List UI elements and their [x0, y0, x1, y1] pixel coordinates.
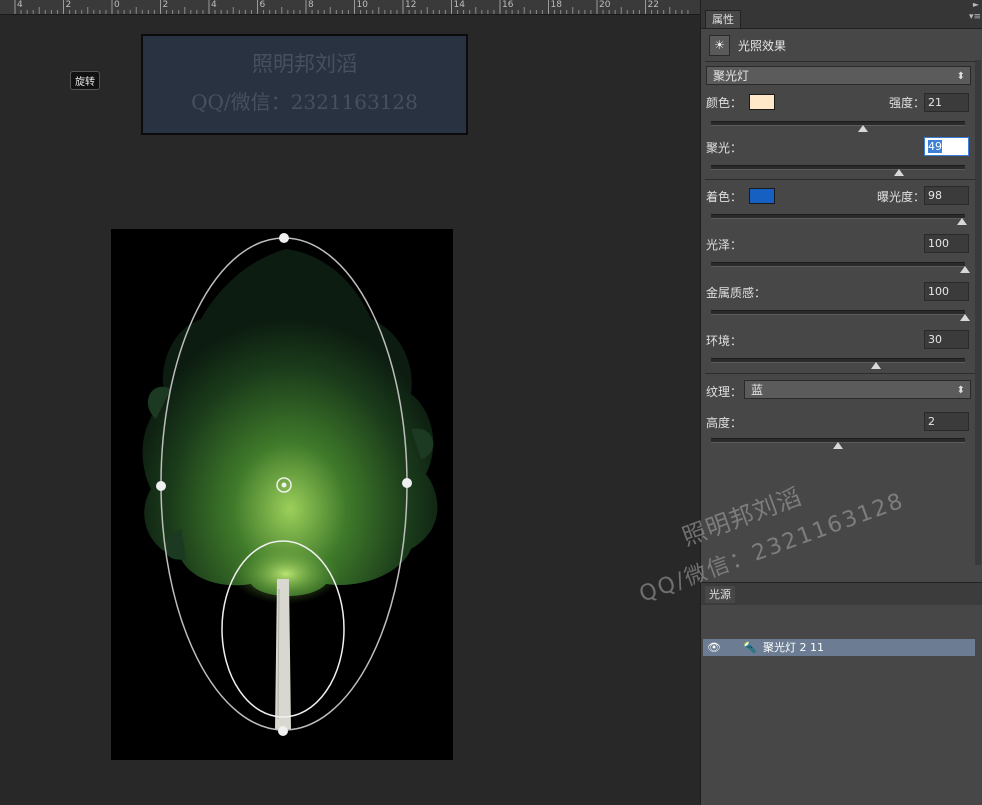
- bottom-handle[interactable]: [278, 726, 288, 736]
- gloss-thumb[interactable]: [960, 266, 970, 273]
- ruler-label: 10: [356, 0, 368, 10]
- ambience-thumb[interactable]: [871, 362, 882, 369]
- metallic-input[interactable]: 100: [924, 282, 969, 301]
- color-swatch[interactable]: [749, 94, 775, 110]
- ambience-input[interactable]: 30: [924, 330, 969, 349]
- gloss-label: 光泽：: [706, 238, 743, 252]
- gloss-slider[interactable]: [711, 262, 970, 273]
- lights-panel-header: 光源: [701, 582, 982, 605]
- panel-menu-icon[interactable]: ▾≡: [969, 12, 981, 22]
- hotspot-thumb[interactable]: [893, 169, 904, 176]
- intensity-input[interactable]: 21: [924, 93, 969, 112]
- watermark-line-1: 照明邦刘滔: [252, 52, 357, 76]
- ruler-label: 6: [259, 0, 266, 10]
- divider: [705, 61, 975, 62]
- properties-panel: 属性 ► ▾≡ ☀ 光照效果 聚光灯 ⬍ 颜色： 强度： 21 聚光： 49 着…: [700, 0, 982, 805]
- ruler-label: 18: [550, 0, 562, 10]
- right-handle[interactable]: [402, 478, 412, 488]
- light-type-select[interactable]: 聚光灯 ⬍: [706, 66, 971, 85]
- ambience-slider[interactable]: [711, 358, 965, 369]
- chevron-updown-icon: ⬍: [956, 385, 965, 396]
- ambience-label: 环境：: [706, 334, 743, 348]
- height-label: 高度：: [706, 416, 743, 430]
- colorize-label: 着色：: [706, 190, 743, 204]
- hotspot-input[interactable]: 49: [924, 137, 969, 156]
- hotspot-label: 聚光：: [706, 141, 743, 155]
- light-list-item[interactable]: 👁 🔦 聚光灯 2 11: [703, 639, 975, 656]
- top-handle[interactable]: [279, 233, 289, 243]
- ruler-label: 22: [647, 0, 659, 10]
- texture-label: 纹理：: [706, 385, 743, 399]
- foliage: [142, 249, 438, 597]
- light-effects-icon: ☀: [709, 34, 730, 56]
- height-input[interactable]: 2: [924, 412, 969, 431]
- collapse-icon[interactable]: ►: [973, 0, 979, 9]
- spotlight-icon: 🔦: [743, 641, 757, 654]
- tab-lights[interactable]: 光源: [705, 586, 735, 603]
- panel-header: 属性 ► ▾≡: [701, 0, 982, 29]
- exposure-slider[interactable]: [711, 214, 968, 225]
- ruler-label: 8: [308, 0, 314, 10]
- left-handle[interactable]: [156, 481, 166, 491]
- center-dot: [281, 482, 287, 488]
- ruler-label: 14: [453, 0, 465, 10]
- ruler-label: 12: [405, 0, 417, 10]
- horizontal-ruler[interactable]: 4 2 0 2 4 6 8 10 12 14 16 18 20 22: [0, 0, 700, 15]
- ruler-label: 2: [65, 0, 72, 10]
- metallic-slider[interactable]: [711, 310, 970, 321]
- ruler-label: 16: [502, 0, 514, 10]
- ruler-label: 2: [162, 0, 169, 10]
- panel-scrollbar[interactable]: [975, 60, 981, 565]
- divider: [705, 373, 975, 374]
- ruler-label: 20: [599, 0, 611, 10]
- watermark-box: 照明邦刘滔 QQ/微信：2321163128: [141, 34, 468, 135]
- divider: [705, 179, 975, 180]
- intensity-thumb[interactable]: [858, 125, 869, 132]
- height-slider[interactable]: [711, 438, 965, 449]
- texture-value: 蓝: [751, 383, 764, 397]
- intensity-label: 强度：: [889, 96, 926, 110]
- tree-image[interactable]: [111, 229, 453, 760]
- ruler-ticks: [14, 0, 689, 14]
- texture-select[interactable]: 蓝 ⬍: [744, 380, 971, 399]
- metallic-thumb[interactable]: [960, 314, 970, 321]
- trunk: [275, 579, 291, 729]
- filter-title-row: ☀ 光照效果: [709, 34, 786, 56]
- ruler-label: 4: [211, 0, 217, 10]
- color-label: 颜色：: [706, 96, 743, 110]
- height-thumb[interactable]: [833, 442, 843, 449]
- ruler-label: 4: [17, 0, 23, 10]
- hotspot-value: 49: [928, 140, 942, 153]
- ruler-label: 0: [114, 0, 120, 10]
- exposure-thumb[interactable]: [957, 218, 968, 225]
- rotate-tooltip: 旋转: [70, 71, 100, 90]
- tab-properties[interactable]: 属性: [705, 10, 741, 28]
- eye-icon[interactable]: 👁: [707, 639, 721, 656]
- hotspot-slider[interactable]: [711, 165, 965, 176]
- tree-illustration: [142, 233, 438, 736]
- metallic-label: 金属质感：: [706, 286, 767, 300]
- light-item-name: 聚光灯 2 11: [763, 641, 824, 654]
- exposure-input[interactable]: 98: [924, 186, 969, 205]
- gloss-input[interactable]: 100: [924, 234, 969, 253]
- filter-name: 光照效果: [738, 38, 787, 53]
- light-type-value: 聚光灯: [713, 69, 750, 83]
- exposure-label: 曝光度：: [877, 190, 926, 204]
- intensity-slider[interactable]: [711, 121, 965, 132]
- chevron-updown-icon: ⬍: [956, 71, 965, 82]
- watermark-line-2: QQ/微信：2321163128: [191, 90, 418, 114]
- colorize-swatch[interactable]: [749, 188, 775, 204]
